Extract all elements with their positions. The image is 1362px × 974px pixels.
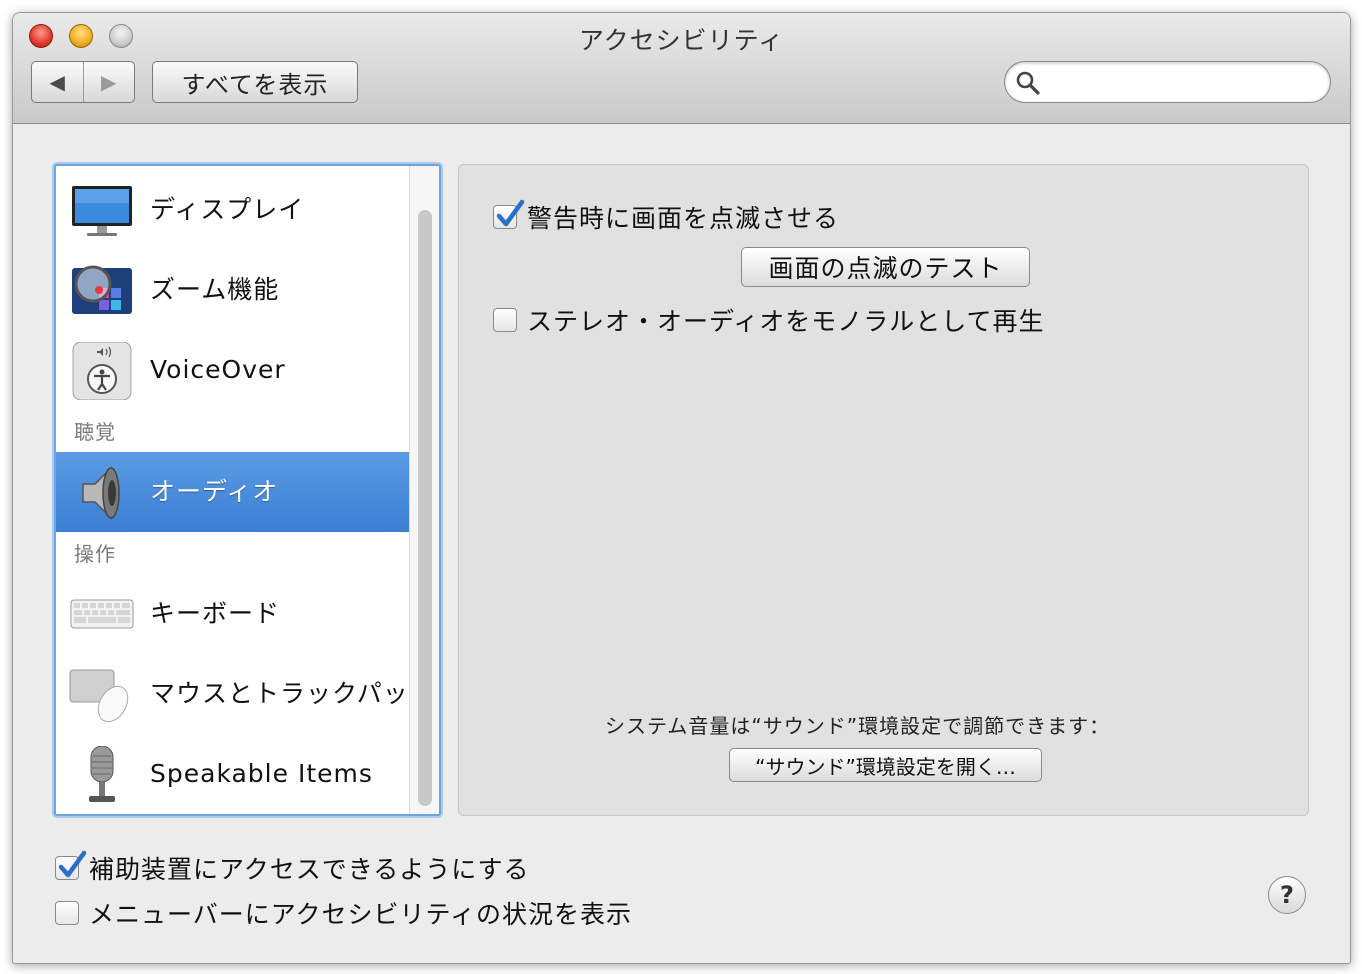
category-list[interactable]: ディスプレイ ズーム機能 VoiceOver 聴覚 オーディオ 操作 キーボード… <box>54 164 441 816</box>
help-button[interactable]: ? <box>1268 876 1306 914</box>
zoom-icon <box>72 265 132 314</box>
sidebar-item-label: マウスとトラックパッ <box>150 679 409 708</box>
forward-button[interactable]: ▶ <box>84 62 135 102</box>
checkmark-icon <box>58 850 87 878</box>
section-header-hearing: 聴覚 <box>74 420 116 444</box>
microphone-icon <box>89 746 115 802</box>
speaker-icon <box>82 466 120 520</box>
test-flash-button[interactable]: 画面の点滅のテスト <box>741 247 1030 287</box>
checkmark-icon <box>496 199 525 227</box>
mono-audio-checkbox[interactable]: ステレオ・オーディオをモノラルとして再生 <box>493 302 1045 338</box>
sidebar-item-display[interactable]: ディスプレイ <box>56 170 410 250</box>
open-sound-preferences-button[interactable]: “サウンド”環境設定を開く… <box>729 748 1042 782</box>
flash-screen-checkbox[interactable]: 警告時に画面を点滅させる <box>493 199 839 235</box>
section-header-interaction: 操作 <box>74 542 116 566</box>
search-input[interactable] <box>1047 68 1321 98</box>
checkbox-box[interactable] <box>55 901 79 925</box>
sidebar-item-label: ディスプレイ <box>150 195 305 224</box>
category-list-items: ディスプレイ ズーム機能 VoiceOver 聴覚 オーディオ 操作 キーボード… <box>56 166 410 814</box>
forward-arrow-icon: ▶ <box>101 70 117 94</box>
menubar-status-checkbox[interactable]: メニューバーにアクセシビリティの状況を表示 <box>55 895 632 931</box>
flash-screen-label: 警告時に画面を点滅させる <box>527 204 840 233</box>
back-forward-control: ◀ ▶ <box>31 61 135 103</box>
back-arrow-icon: ◀ <box>49 70 65 94</box>
question-mark-icon: ? <box>1280 881 1294 909</box>
sidebar-item-speakable-items[interactable]: Speakable Items <box>56 734 410 814</box>
sidebar-item-keyboard[interactable]: キーボード <box>56 574 410 654</box>
checkbox-box[interactable] <box>493 308 517 332</box>
window-title: アクセシビリティ <box>578 26 785 55</box>
assistive-devices-label: 補助装置にアクセスできるようにする <box>89 855 530 884</box>
keyboard-icon <box>70 599 134 629</box>
sidebar-item-label: Speakable Items <box>150 759 373 788</box>
sidebar-scrollbar[interactable] <box>409 166 439 814</box>
preferences-window: アクセシビリティ ◀ ▶ すべてを表示 ディスプレイ ズーム機能 VoiceOv… <box>12 12 1351 964</box>
sidebar-item-voiceover[interactable]: VoiceOver <box>56 330 410 410</box>
audio-settings-panel: 警告時に画面を点滅させる 画面の点滅のテスト ステレオ・オーディオをモノラルとし… <box>458 164 1309 816</box>
sidebar-item-label: オーディオ <box>150 477 279 506</box>
volume-note: システム音量は“サウンド”環境設定で調節できます： <box>605 714 1111 738</box>
checkbox-box[interactable] <box>493 199 525 229</box>
mono-audio-label: ステレオ・オーディオをモノラルとして再生 <box>527 307 1045 336</box>
sidebar-item-zoom[interactable]: ズーム機能 <box>56 250 410 330</box>
titlebar: アクセシビリティ ◀ ▶ すべてを表示 <box>13 13 1350 124</box>
sidebar-scroll-thumb[interactable] <box>418 210 432 806</box>
checkbox-box[interactable] <box>55 850 87 880</box>
sidebar-item-audio[interactable]: オーディオ <box>56 452 410 532</box>
show-all-button[interactable]: すべてを表示 <box>152 61 358 103</box>
mouse-trackpad-icon <box>69 669 129 723</box>
search-icon <box>1016 71 1040 95</box>
sidebar-item-label: キーボード <box>150 599 281 628</box>
voiceover-icon <box>72 342 132 400</box>
sidebar-item-label: VoiceOver <box>150 355 286 384</box>
menubar-status-label: メニューバーにアクセシビリティの状況を表示 <box>89 900 633 929</box>
search-field[interactable] <box>1004 61 1331 103</box>
back-button[interactable]: ◀ <box>32 62 84 102</box>
sidebar-item-mouse-trackpad[interactable]: マウスとトラックパッ <box>56 654 410 734</box>
sidebar-item-label: ズーム機能 <box>150 275 280 304</box>
display-icon <box>72 186 132 236</box>
assistive-devices-checkbox[interactable]: 補助装置にアクセスできるようにする <box>55 850 530 886</box>
